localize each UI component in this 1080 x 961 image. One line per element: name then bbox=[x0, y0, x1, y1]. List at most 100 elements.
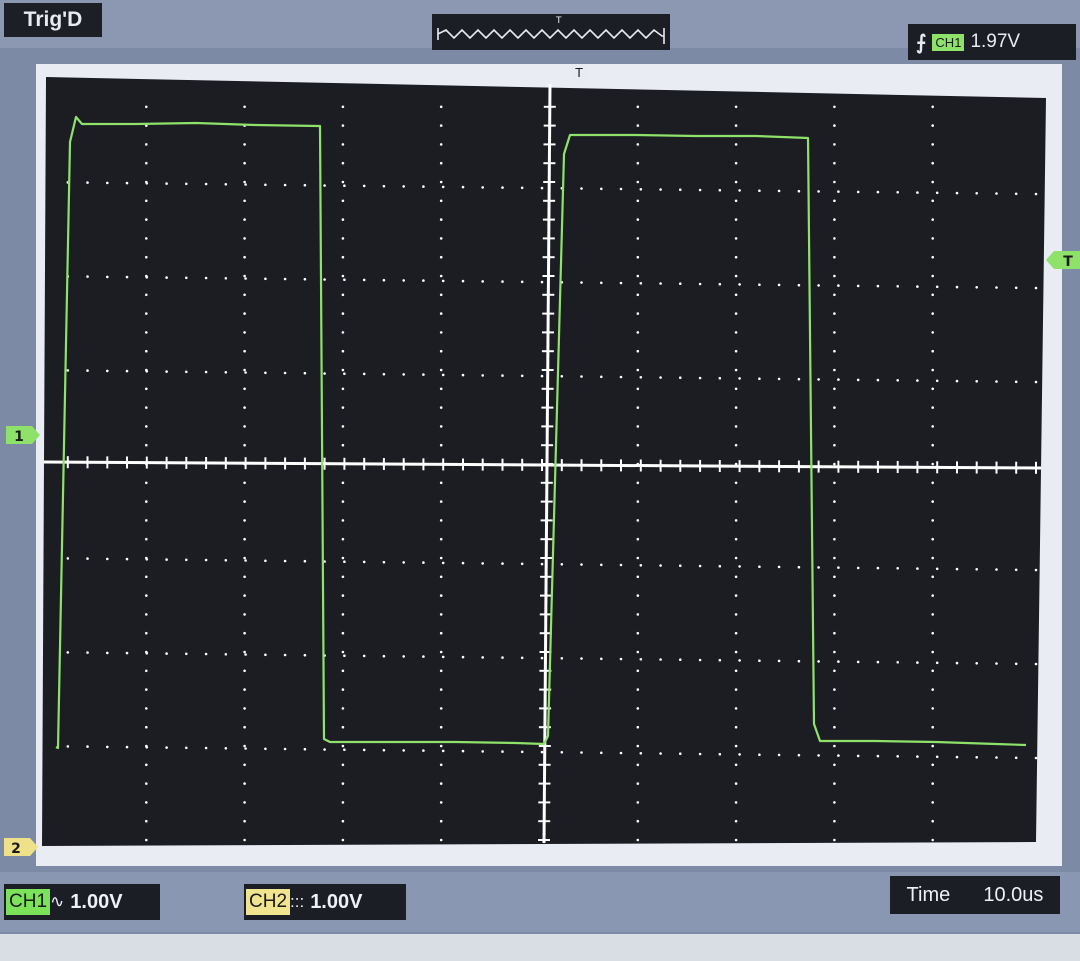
graticule-dot bbox=[244, 559, 247, 562]
graticule-dot bbox=[636, 349, 640, 353]
graticule-dot bbox=[698, 564, 702, 568]
graticule-dot bbox=[718, 658, 722, 662]
graticule-dot bbox=[931, 180, 934, 184]
graticule-dot bbox=[636, 556, 640, 560]
graticule-dot bbox=[1014, 756, 1018, 760]
graticule-dot bbox=[243, 519, 246, 522]
graticule-dot bbox=[580, 751, 583, 754]
graticule-dot bbox=[303, 183, 307, 187]
graticule-dot bbox=[439, 500, 443, 503]
graticule-dot bbox=[931, 199, 934, 203]
graticule-dot bbox=[797, 283, 801, 287]
graticule-dot bbox=[243, 613, 246, 616]
trigger-level: 1.97V bbox=[970, 31, 1021, 52]
graticule-dot bbox=[734, 237, 738, 240]
graticule-dot bbox=[734, 481, 738, 485]
graticule-dot bbox=[341, 707, 345, 710]
graticule-dot bbox=[439, 744, 443, 748]
graticule-dot bbox=[224, 653, 228, 656]
graticule-dot bbox=[283, 653, 287, 657]
graticule-dot bbox=[916, 661, 919, 664]
graticule-dot bbox=[243, 669, 246, 673]
graticule-dot bbox=[243, 575, 246, 579]
graticule-dot bbox=[145, 349, 148, 353]
graticule-dot bbox=[876, 754, 880, 758]
graticule-dot bbox=[758, 283, 761, 286]
graticule-dot bbox=[636, 594, 640, 597]
graticule-dot bbox=[341, 293, 345, 297]
graticule-dot bbox=[817, 566, 820, 569]
graticule-dot bbox=[734, 744, 738, 748]
graticule-dot bbox=[955, 285, 959, 289]
graticule-dot bbox=[931, 688, 934, 691]
graticule-dot bbox=[738, 189, 741, 192]
graticule-dot bbox=[145, 105, 148, 109]
graticule-dot bbox=[636, 500, 640, 503]
graticule-dot bbox=[679, 752, 682, 755]
graticule-dot bbox=[145, 276, 149, 279]
ac-coupling-icon: ∿ bbox=[50, 892, 65, 911]
graticule-dot bbox=[833, 237, 836, 240]
graticule-dot bbox=[738, 377, 741, 380]
graticule-dot bbox=[931, 161, 934, 165]
graticule-dot bbox=[931, 105, 934, 109]
graticule-dot bbox=[931, 537, 934, 541]
graticule-dot bbox=[341, 105, 345, 109]
ch2-readout: CH2 ::: 1.00V bbox=[244, 884, 406, 920]
graticule-dot bbox=[931, 406, 934, 409]
graticule-dot bbox=[698, 188, 702, 192]
graticule-dot bbox=[856, 660, 860, 664]
graticule-dot bbox=[439, 838, 443, 842]
graticule-dot bbox=[341, 782, 345, 785]
graticule-dot bbox=[560, 375, 564, 378]
graticule-dot bbox=[145, 406, 148, 409]
graticule-dot bbox=[833, 575, 836, 579]
graticule-dot bbox=[439, 631, 443, 635]
memory-position-indicator: T bbox=[432, 14, 670, 50]
graticule-dot bbox=[341, 199, 345, 203]
graticule-dot bbox=[916, 755, 919, 758]
graticule-dot bbox=[243, 481, 246, 485]
graticule-dot bbox=[145, 481, 148, 485]
graticule-dot bbox=[439, 199, 443, 203]
graticule-dot bbox=[833, 180, 836, 184]
graticule-dot bbox=[636, 387, 640, 391]
graticule-dot bbox=[659, 752, 662, 755]
graticule-dot bbox=[833, 425, 836, 428]
graticule-dot bbox=[501, 186, 504, 189]
graticule-dot bbox=[185, 276, 188, 280]
graticule-dot bbox=[896, 567, 899, 570]
graticule-dot bbox=[283, 277, 287, 281]
graticule-dot bbox=[439, 819, 443, 823]
graticule-dot bbox=[439, 519, 443, 522]
graticule-dot bbox=[931, 387, 934, 391]
graticule-dot bbox=[931, 293, 934, 297]
graticule-dot bbox=[833, 838, 836, 842]
graticule-dot bbox=[636, 819, 640, 823]
graticule-dot bbox=[931, 669, 934, 673]
graticule-dot bbox=[738, 283, 741, 286]
graticule-dot bbox=[145, 669, 148, 673]
graticule-dot bbox=[106, 651, 109, 655]
graticule-dot bbox=[580, 657, 583, 660]
graticule-dot bbox=[1034, 192, 1038, 196]
graticule-dot bbox=[797, 189, 801, 193]
graticule-dot bbox=[679, 376, 682, 380]
graticule-dot bbox=[833, 462, 836, 466]
graticule-dot bbox=[243, 312, 246, 315]
graticule-dot bbox=[341, 631, 345, 635]
graticule-dot bbox=[734, 425, 738, 428]
graticule-dot bbox=[833, 387, 836, 391]
graticule-dot bbox=[439, 406, 443, 409]
graticule-dot bbox=[501, 562, 504, 565]
graticule-dot bbox=[145, 500, 148, 503]
graticule-dot bbox=[341, 725, 345, 729]
graticule-dot bbox=[501, 750, 504, 753]
graticule-dot bbox=[439, 255, 443, 259]
graticule-dot bbox=[636, 331, 640, 334]
graticule-dot bbox=[185, 182, 188, 186]
graticule-dot bbox=[636, 631, 640, 635]
timebase-value: 10.0us bbox=[983, 883, 1044, 906]
graticule-dot bbox=[679, 188, 682, 191]
graticule-dot bbox=[441, 561, 445, 565]
